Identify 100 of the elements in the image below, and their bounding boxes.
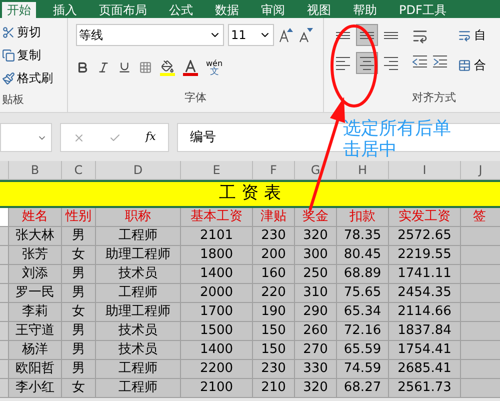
table-cell: 1800 (180, 246, 252, 264)
align-lines-icon (360, 32, 374, 38)
table-cell: 技术员 (95, 341, 180, 359)
ribbon-tab[interactable]: 帮助 (348, 2, 382, 18)
table-cell: 张芳 (8, 246, 61, 264)
ribbon-tab[interactable]: PDF工具 (394, 2, 452, 18)
table-cell: 张大林 (8, 227, 61, 245)
clipboard-button[interactable]: 剪切 (2, 22, 67, 42)
column-header[interactable]: F (252, 161, 294, 179)
table-cell: 技术员 (95, 265, 180, 283)
italic-icon[interactable] (97, 61, 110, 74)
table-cell: 68.89 (336, 265, 388, 283)
copy-icon (2, 48, 15, 62)
merge-cells-icon (458, 58, 471, 72)
merge-button[interactable]: 合 (458, 56, 486, 74)
table-header-cell: 奖金 (294, 208, 336, 226)
table-cell: 210 (252, 379, 294, 397)
table-cell: 欧阳哲 (8, 360, 61, 378)
table-cell: 助理工程师 (95, 246, 180, 264)
table-cell: 75.65 (336, 284, 388, 302)
ribbon-tab[interactable]: 审阅 (256, 2, 290, 18)
table-cell: 260 (294, 322, 336, 340)
column-header[interactable]: D (95, 161, 180, 179)
phonetic-char[interactable]: 文 (210, 68, 219, 77)
ribbon-tab[interactable]: 插入 (48, 2, 82, 18)
table-header-cell: 签 (460, 208, 500, 226)
column-header[interactable]: I (388, 161, 460, 179)
bold-icon[interactable] (76, 61, 89, 74)
ribbon-tab[interactable]: 视图 (302, 2, 336, 18)
table-cell: 80.45 (336, 246, 388, 264)
table-cell: 1500 (180, 322, 252, 340)
column-header[interactable]: B (8, 161, 61, 179)
table-cell: 男 (61, 227, 95, 245)
table-cell: 2685.41 (388, 360, 460, 378)
table-cell: 2100 (180, 379, 252, 397)
table-cell: 290 (294, 303, 336, 321)
table-cell: 罗一民 (8, 284, 61, 302)
table-cell: 男 (61, 360, 95, 378)
table-cell: 男 (61, 265, 95, 283)
wrap-text-button[interactable]: 自 (458, 26, 486, 44)
column-header[interactable]: E (180, 161, 252, 179)
table-cell: 工程师 (95, 360, 180, 378)
annotation-text: 选定所有后单击居中 (343, 118, 452, 160)
column-header[interactable]: J (460, 161, 500, 179)
table-cell: 1400 (180, 265, 252, 283)
table-cell: 王守道 (8, 322, 61, 340)
ribbon-tab[interactable]: 公式 (164, 2, 198, 18)
function-button[interactable]: fx (146, 129, 156, 146)
indent-icon[interactable] (412, 54, 448, 68)
table-cell: 工程师 (95, 227, 180, 245)
column-header[interactable]: G (294, 161, 336, 179)
table-cell: 68.27 (336, 379, 388, 397)
table-header-cell: 性别 (61, 208, 95, 226)
underline-icon[interactable] (118, 61, 131, 74)
table-cell: 2200 (180, 360, 252, 378)
borders-icon[interactable] (139, 61, 152, 74)
column-header[interactable]: C (61, 161, 95, 179)
check-icon[interactable] (109, 132, 122, 144)
align-lines-icon (384, 56, 398, 70)
table-cell: 女 (61, 303, 95, 321)
clipboard-button[interactable]: 复制 (2, 45, 67, 65)
table-cell: 刘添 (8, 265, 61, 283)
table-cell: 1700 (180, 303, 252, 321)
wrap-text-icon (458, 28, 471, 42)
table-cell: 2101 (180, 227, 252, 245)
fill-color-button[interactable] (160, 60, 175, 76)
clipboard-button[interactable]: 格式刷 (2, 68, 67, 88)
group-label: 贴板 (2, 92, 25, 108)
table-cell: 工程师 (95, 284, 180, 302)
table-cell: 74.59 (336, 360, 388, 378)
table-cell: 2219.55 (388, 246, 460, 264)
group-label: 字体 (184, 90, 208, 106)
table-cell: 150 (252, 322, 294, 340)
table-cell: 310 (294, 284, 336, 302)
table-cell: 72.16 (336, 322, 388, 340)
table-cell: 65.34 (336, 303, 388, 321)
font-size-field[interactable]: 11 (228, 24, 274, 46)
ribbon-tab[interactable]: 页面布局 (94, 2, 152, 18)
align-lines-icon (384, 32, 398, 38)
table-cell: 160 (252, 265, 294, 283)
ribbon-tab[interactable]: 开始 (2, 2, 36, 18)
shrink-font-icon (298, 27, 314, 43)
table-cell: 150 (252, 341, 294, 359)
ribbon-tab[interactable]: 数据 (210, 2, 244, 18)
align-lines-icon (336, 32, 350, 38)
phonetic-text[interactable]: wén (206, 58, 223, 68)
grow-font-icon (278, 27, 294, 43)
table-cell: 2000 (180, 284, 252, 302)
table-cell: 330 (294, 360, 336, 378)
table-cell: 1741.11 (388, 265, 460, 283)
table-cell: 320 (294, 227, 336, 245)
table-header-cell: 职称 (95, 208, 180, 226)
font-color-button[interactable] (183, 60, 198, 76)
table-header-cell: 扣款 (336, 208, 388, 226)
formula-field[interactable]: 编号 (177, 123, 340, 152)
table-cell: 320 (294, 379, 336, 397)
font-name-field[interactable]: 等线 (76, 24, 224, 46)
align-lines-icon (336, 56, 350, 70)
column-header[interactable]: H (336, 161, 388, 179)
table-cell: 78.35 (336, 227, 388, 245)
